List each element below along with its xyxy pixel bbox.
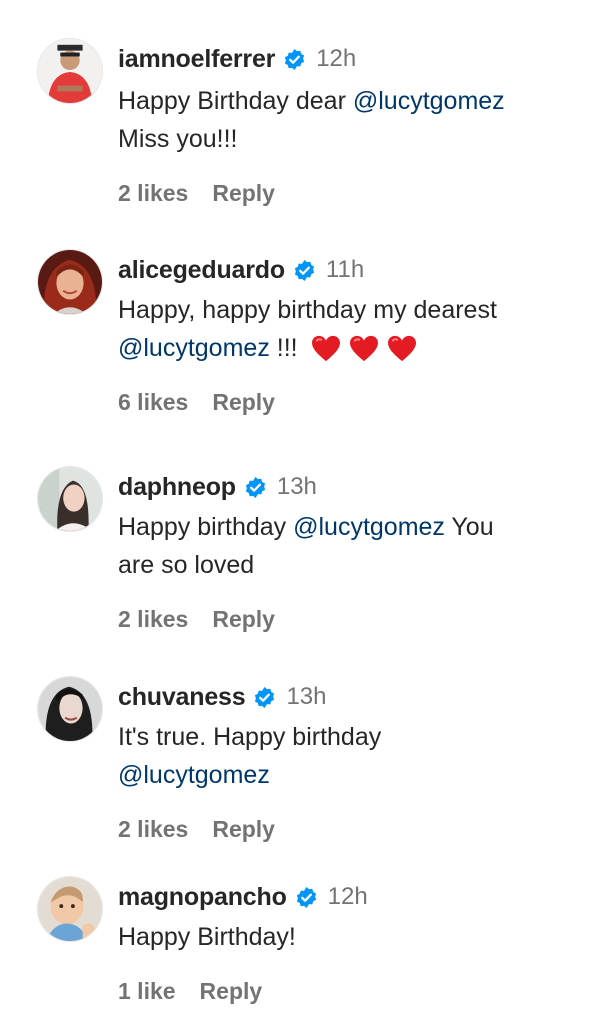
verified-badge-icon xyxy=(244,476,267,499)
avatar[interactable] xyxy=(37,38,103,104)
comment-time: 13h xyxy=(286,683,327,710)
username[interactable]: iamnoelferrer xyxy=(118,45,275,74)
verified-badge-icon xyxy=(293,259,316,282)
comment-body: daphneop 13h Happy birthday @lucytgomez … xyxy=(118,466,588,633)
avatar-image xyxy=(38,677,102,741)
comment-body: chuvaness 13h It's true. Happy birthday … xyxy=(118,676,588,843)
comment-text-part: It's true. Happy birthday xyxy=(118,723,382,751)
likes-count[interactable]: 2 likes xyxy=(118,606,188,633)
likes-count[interactable]: 6 likes xyxy=(118,389,188,416)
avatar[interactable] xyxy=(37,676,103,742)
comment-header: chuvaness 13h xyxy=(118,680,588,714)
comment-time: 12h xyxy=(316,45,357,72)
comment-actions: 2 likes Reply xyxy=(118,606,588,633)
mention-link[interactable]: @lucytgomez xyxy=(118,334,270,362)
likes-count[interactable]: 1 like xyxy=(118,978,176,1005)
username[interactable]: chuvaness xyxy=(118,683,246,712)
red-heart-emoji xyxy=(311,336,340,362)
red-heart-emoji xyxy=(349,336,378,362)
username[interactable]: magnopancho xyxy=(118,883,287,912)
comment-text-part: You xyxy=(444,513,494,541)
reply-button[interactable]: Reply xyxy=(212,180,275,207)
verified-badge-icon xyxy=(253,686,276,709)
reply-button[interactable]: Reply xyxy=(212,389,275,416)
comment-text-part: Happy Birthday dear xyxy=(118,87,353,115)
comment-header: iamnoelferrer 12h xyxy=(118,42,588,76)
avatar[interactable] xyxy=(37,466,103,532)
comments-list: iamnoelferrer 12h Happy Birthday dear @l… xyxy=(0,0,600,1027)
reply-button[interactable]: Reply xyxy=(212,816,275,843)
red-heart-emoji xyxy=(387,336,416,362)
comment-header: alicegeduardo 11h xyxy=(118,253,588,287)
comment-time: 13h xyxy=(276,473,317,500)
comment-text-part: Happy birthday xyxy=(118,513,294,541)
comment-text-part: !!! xyxy=(269,334,298,362)
comment-text: It's true. Happy birthday @lucytgomez xyxy=(118,718,588,794)
reply-button[interactable]: Reply xyxy=(212,606,275,633)
avatar-image xyxy=(38,39,102,103)
mention-link[interactable]: @lucytgomez xyxy=(353,87,505,115)
comment-actions: 2 likes Reply xyxy=(118,816,588,843)
comment-text-part: Miss you!!! xyxy=(118,125,238,153)
avatar-image xyxy=(38,250,102,314)
verified-badge-icon xyxy=(283,48,306,71)
comment-time: 11h xyxy=(325,256,365,283)
mention-link[interactable]: @lucytgomez xyxy=(118,761,270,789)
mention-link[interactable]: @lucytgomez xyxy=(293,513,445,541)
comment-body: iamnoelferrer 12h Happy Birthday dear @l… xyxy=(118,38,588,207)
heart-emojis xyxy=(311,335,417,363)
username[interactable]: daphneop xyxy=(118,473,236,502)
comment-header: daphneop 13h xyxy=(118,470,588,504)
avatar-image xyxy=(38,467,102,531)
avatar[interactable] xyxy=(37,876,103,942)
comment-time: 12h xyxy=(327,883,368,910)
comment-text: Happy birthday @lucytgomez You are so lo… xyxy=(118,508,588,584)
comment-text-part: are so loved xyxy=(118,551,255,579)
username[interactable]: alicegeduardo xyxy=(118,256,285,285)
likes-count[interactable]: 2 likes xyxy=(118,180,188,207)
comment-header: magnopancho 12h xyxy=(118,880,588,914)
comment-body: alicegeduardo 11h Happy, happy birthday … xyxy=(118,249,588,416)
avatar[interactable] xyxy=(37,249,103,315)
comment-body: magnopancho 12h Happy Birthday! 1 like R… xyxy=(118,876,588,1005)
reply-button[interactable]: Reply xyxy=(200,978,263,1005)
comment-actions: 2 likes Reply xyxy=(118,180,588,207)
comment-text: Happy Birthday! xyxy=(118,918,588,956)
likes-count[interactable]: 2 likes xyxy=(118,816,188,843)
comment-text-part: Happy Birthday! xyxy=(118,923,296,951)
avatar-image xyxy=(38,877,102,941)
comment-actions: 1 like Reply xyxy=(118,978,588,1005)
comment-text: Happy, happy birthday my dearest @lucytg… xyxy=(118,291,588,367)
comment-text: Happy Birthday dear @lucytgomez Miss you… xyxy=(118,82,588,158)
comment-actions: 6 likes Reply xyxy=(118,389,588,416)
comment-text-part: Happy, happy birthday my dearest xyxy=(118,296,497,324)
verified-badge-icon xyxy=(295,886,318,909)
